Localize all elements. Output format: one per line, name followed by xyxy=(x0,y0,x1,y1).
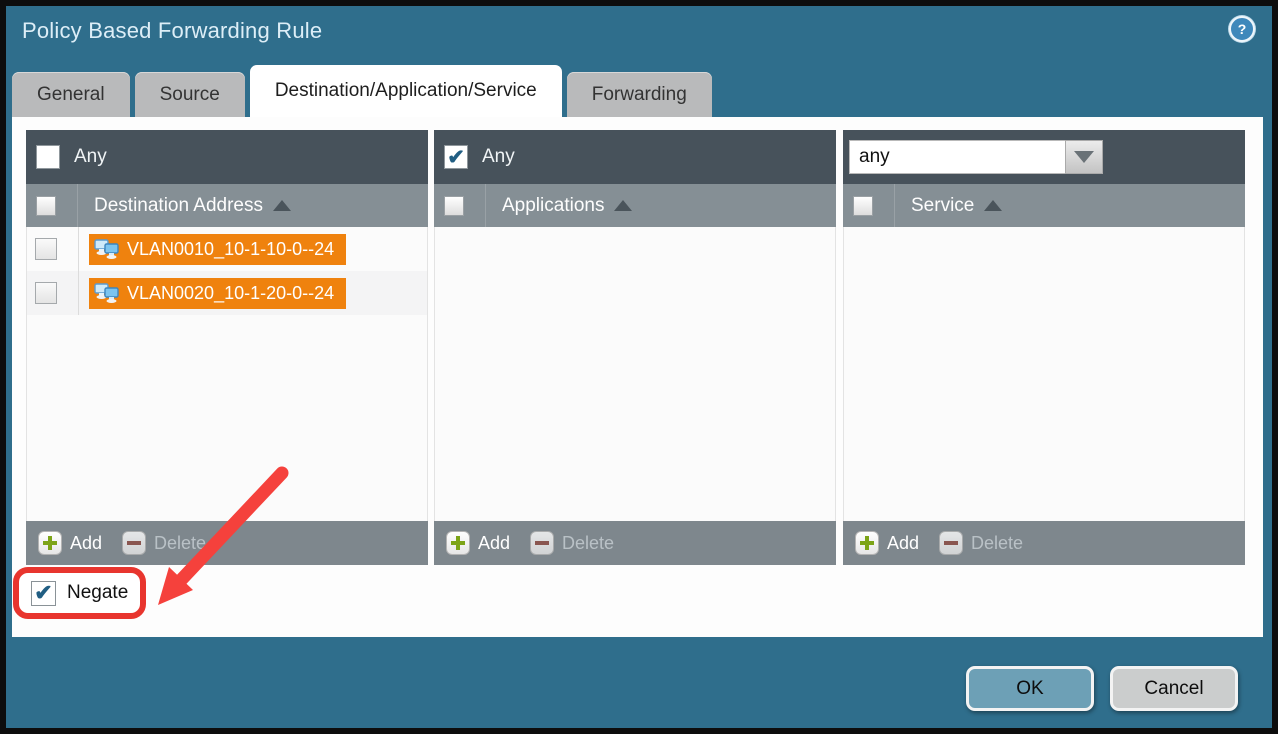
minus-icon xyxy=(122,531,146,555)
tab-destination-application-service[interactable]: Destination/Application/Service xyxy=(250,65,562,117)
plus-icon xyxy=(38,531,62,555)
destination-any-header: Any xyxy=(26,130,428,184)
sort-ascending-icon xyxy=(273,200,291,211)
policy-dialog: Policy Based Forwarding Rule ? General S… xyxy=(6,6,1272,728)
address-object-name: VLAN0020_10-1-20-0--24 xyxy=(127,283,334,304)
row-checkbox[interactable] xyxy=(35,282,57,304)
destination-column-label[interactable]: Destination Address xyxy=(78,184,291,227)
negate-checkbox[interactable]: ✔ xyxy=(31,581,56,606)
destination-address-panel: Any Destination Address xyxy=(26,130,428,565)
add-button[interactable]: Add xyxy=(855,531,919,555)
service-list xyxy=(843,227,1245,521)
help-icon[interactable]: ? xyxy=(1228,15,1256,43)
sort-ascending-icon xyxy=(984,200,1002,211)
address-object-chip[interactable]: VLAN0010_10-1-10-0--24 xyxy=(89,234,346,265)
service-column-label[interactable]: Service xyxy=(895,184,1002,227)
service-toolbar: Add Delete xyxy=(843,521,1245,565)
applications-any-checkbox[interactable]: ✔ xyxy=(444,145,468,169)
service-select-all-checkbox[interactable] xyxy=(853,196,873,216)
tab-content: Any Destination Address xyxy=(12,117,1263,637)
address-object-name: VLAN0010_10-1-10-0--24 xyxy=(127,239,334,260)
sort-ascending-icon xyxy=(614,200,632,211)
negate-annotation-box: ✔ Negate xyxy=(13,567,146,619)
service-column-header: Service xyxy=(843,184,1245,227)
destination-any-checkbox[interactable] xyxy=(36,145,60,169)
applications-column-header: Applications xyxy=(434,184,836,227)
plus-icon xyxy=(855,531,879,555)
question-mark-icon: ? xyxy=(1229,16,1255,42)
applications-any-header: ✔ Any xyxy=(434,130,836,184)
tab-bar: General Source Destination/Application/S… xyxy=(12,65,712,117)
applications-column-label[interactable]: Applications xyxy=(486,184,632,227)
delete-button[interactable]: Delete xyxy=(122,531,206,555)
applications-list xyxy=(434,227,836,521)
policy-dialog-window: Policy Based Forwarding Rule ? General S… xyxy=(0,0,1278,734)
service-dropdown[interactable]: any xyxy=(849,140,1103,174)
applications-toolbar: Add Delete xyxy=(434,521,836,565)
network-icon xyxy=(94,237,120,261)
ok-button[interactable]: OK xyxy=(966,666,1094,711)
service-dropdown-button[interactable] xyxy=(1065,140,1103,174)
cancel-button[interactable]: Cancel xyxy=(1110,666,1238,711)
tab-source[interactable]: Source xyxy=(135,72,245,117)
destination-address-list: VLAN0010_10-1-10-0--24 xyxy=(26,227,428,521)
delete-button[interactable]: Delete xyxy=(530,531,614,555)
applications-any-label: Any xyxy=(482,146,515,168)
table-row[interactable]: VLAN0020_10-1-20-0--24 xyxy=(27,271,427,315)
tab-general[interactable]: General xyxy=(12,72,130,117)
table-row[interactable]: VLAN0010_10-1-10-0--24 xyxy=(27,227,427,271)
row-checkbox[interactable] xyxy=(35,238,57,260)
destination-column-header: Destination Address xyxy=(26,184,428,227)
delete-button[interactable]: Delete xyxy=(939,531,1023,555)
service-dropdown-value: any xyxy=(849,140,1065,174)
service-panel: any Service xyxy=(843,130,1245,565)
applications-select-all-checkbox[interactable] xyxy=(444,196,464,216)
destination-any-label: Any xyxy=(74,146,107,168)
plus-icon xyxy=(446,531,470,555)
tab-forwarding[interactable]: Forwarding xyxy=(567,72,712,117)
service-any-header: any xyxy=(843,130,1245,184)
destination-toolbar: Add Delete xyxy=(26,521,428,565)
applications-panel: ✔ Any Applications Add xyxy=(434,130,836,565)
dialog-title: Policy Based Forwarding Rule xyxy=(22,18,322,44)
minus-icon xyxy=(939,531,963,555)
minus-icon xyxy=(530,531,554,555)
chevron-down-icon xyxy=(1074,151,1094,163)
destination-select-all-checkbox[interactable] xyxy=(36,196,56,216)
add-button[interactable]: Add xyxy=(38,531,102,555)
address-object-chip[interactable]: VLAN0020_10-1-20-0--24 xyxy=(89,278,346,309)
add-button[interactable]: Add xyxy=(446,531,510,555)
network-icon xyxy=(94,281,120,305)
negate-label: Negate xyxy=(67,582,128,604)
